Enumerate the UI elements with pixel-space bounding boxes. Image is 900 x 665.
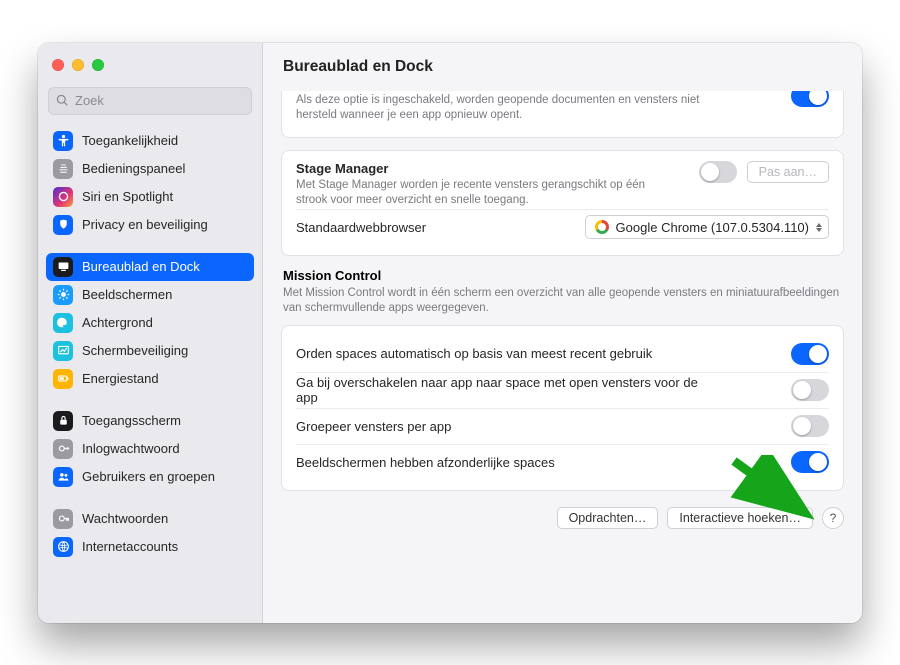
privacy-icon [53,215,73,235]
stage-manager-customize-button[interactable]: Pas aan… [747,161,829,183]
default-browser-label: Standaardwebbrowser [296,220,426,235]
wallpaper-icon [53,313,73,333]
mission-control-row: Orden spaces automatisch op basis van me… [296,336,829,372]
main-pane: Bureaublad en Dock Als deze optie is ing… [263,43,862,623]
stage-manager-card: Stage Manager Met Stage Manager worden j… [281,150,844,256]
siri-icon [53,187,73,207]
mission-control-row-label: Groepeer vensters per app [296,419,451,434]
sidebar-item-label: Bureaublad en Dock [82,259,200,274]
mission-control-toggle-0[interactable] [791,343,829,365]
stage-manager-toggle[interactable] [699,161,737,183]
mission-control-section: Mission Control Met Mission Control word… [281,268,844,491]
saver-icon [53,341,73,361]
default-browser-value: Google Chrome (107.0.5304.110) [616,220,809,235]
sidebar-nav: Toegankelijkheid Bedieningspaneel Siri en … [38,123,262,623]
hot-corners-button[interactable]: Interactieve hoeken… [667,507,813,529]
sidebar-item-displays[interactable]: Beeldschermen [46,281,254,309]
mission-control-title: Mission Control [283,268,381,283]
page-title: Bureaublad en Dock [263,43,862,91]
internet-icon [53,537,73,557]
help-button[interactable]: ? [822,507,844,529]
mission-control-row: Groepeer vensters per app [296,408,829,444]
desktop-icon [53,257,73,277]
sidebar-item-lock[interactable]: Toegangsscherm [46,407,254,435]
mission-control-desc: Met Mission Control wordt in één scherm … [283,286,842,317]
mission-control-toggle-2[interactable] [791,415,829,437]
sidebar-item-accessibility[interactable]: Toegankelijkheid [46,127,254,155]
zoom-window-button[interactable] [92,59,104,71]
search-placeholder: Zoek [75,93,104,108]
sidebar-item-label: Privacy en beveiliging [82,217,208,232]
system-settings-window: Zoek Toegankelijkheid Bedieningspaneel Sir… [38,43,862,623]
mission-control-row: Ga bij overschakelen naar app naar space… [296,372,829,408]
sidebar-item-passwords[interactable]: Wachtwoorden [46,505,254,533]
mission-control-row-label: Ga bij overschakelen naar app naar space… [296,375,716,405]
sidebar-item-label: Gebruikers en groepen [82,469,215,484]
control-icon [53,159,73,179]
quit-restore-toggle[interactable] [791,91,829,107]
energy-icon [53,369,73,389]
sidebar-item-label: Internetaccounts [82,539,178,554]
window-controls [38,43,262,87]
shortcuts-button[interactable]: Opdrachten… [557,507,659,529]
stage-manager-desc: Met Stage Manager worden je recente vens… [296,178,666,209]
users-icon [53,467,73,487]
search-input[interactable]: Zoek [48,87,252,115]
mission-control-row-label: Orden spaces automatisch op basis van me… [296,346,652,361]
sidebar: Zoek Toegankelijkheid Bedieningspaneel Sir… [38,43,263,623]
sidebar-item-label: Achtergrond [82,315,153,330]
displays-icon [53,285,73,305]
sidebar-item-label: Siri en Spotlight [82,189,173,204]
sidebar-item-energy[interactable]: Energiestand [46,365,254,393]
mission-control-row-label: Beeldschermen hebben afzonderlijke space… [296,455,555,470]
sidebar-item-privacy[interactable]: Privacy en beveiliging [46,211,254,239]
sidebar-item-label: Toegankelijkheid [82,133,178,148]
sidebar-item-internet[interactable]: Internetaccounts [46,533,254,561]
default-browser-select[interactable]: Google Chrome (107.0.5304.110) [585,215,829,239]
footer-buttons: Opdrachten… Interactieve hoeken… ? [281,507,844,529]
sidebar-item-control[interactable]: Bedieningspaneel [46,155,254,183]
quit-restore-card: Als deze optie is ingeschakeld, worden g… [281,91,844,138]
mission-control-toggle-3[interactable] [791,451,829,473]
sidebar-item-label: Bedieningspaneel [82,161,185,176]
sidebar-item-saver[interactable]: Schermbeveiliging [46,337,254,365]
close-window-button[interactable] [52,59,64,71]
sidebar-item-users[interactable]: Gebruikers en groepen [46,463,254,491]
sidebar-item-desktop[interactable]: Bureaublad en Dock [46,253,254,281]
stage-manager-title: Stage Manager [296,161,666,176]
sidebar-item-label: Schermbeveiliging [82,343,188,358]
minimize-window-button[interactable] [72,59,84,71]
sidebar-item-login[interactable]: Inlogwachtwoord [46,435,254,463]
sidebar-item-label: Wachtwoorden [82,511,168,526]
mission-control-toggle-1[interactable] [791,379,829,401]
lock-icon [53,411,73,431]
login-icon [53,439,73,459]
search-icon [56,94,69,107]
sidebar-item-wallpaper[interactable]: Achtergrond [46,309,254,337]
chrome-icon [595,220,609,234]
sidebar-item-label: Beeldschermen [82,287,172,302]
passwords-icon [53,509,73,529]
quit-restore-desc: Als deze optie is ingeschakeld, worden g… [296,93,726,124]
mission-control-card: Orden spaces automatisch op basis van me… [281,325,844,491]
sidebar-item-siri[interactable]: Siri en Spotlight [46,183,254,211]
sidebar-item-label: Toegangsscherm [82,413,181,428]
mission-control-row: Beeldschermen hebben afzonderlijke space… [296,444,829,480]
accessibility-icon [53,131,73,151]
sidebar-item-label: Inlogwachtwoord [82,441,180,456]
chevron-updown-icon [816,223,822,232]
sidebar-item-label: Energiestand [82,371,159,386]
